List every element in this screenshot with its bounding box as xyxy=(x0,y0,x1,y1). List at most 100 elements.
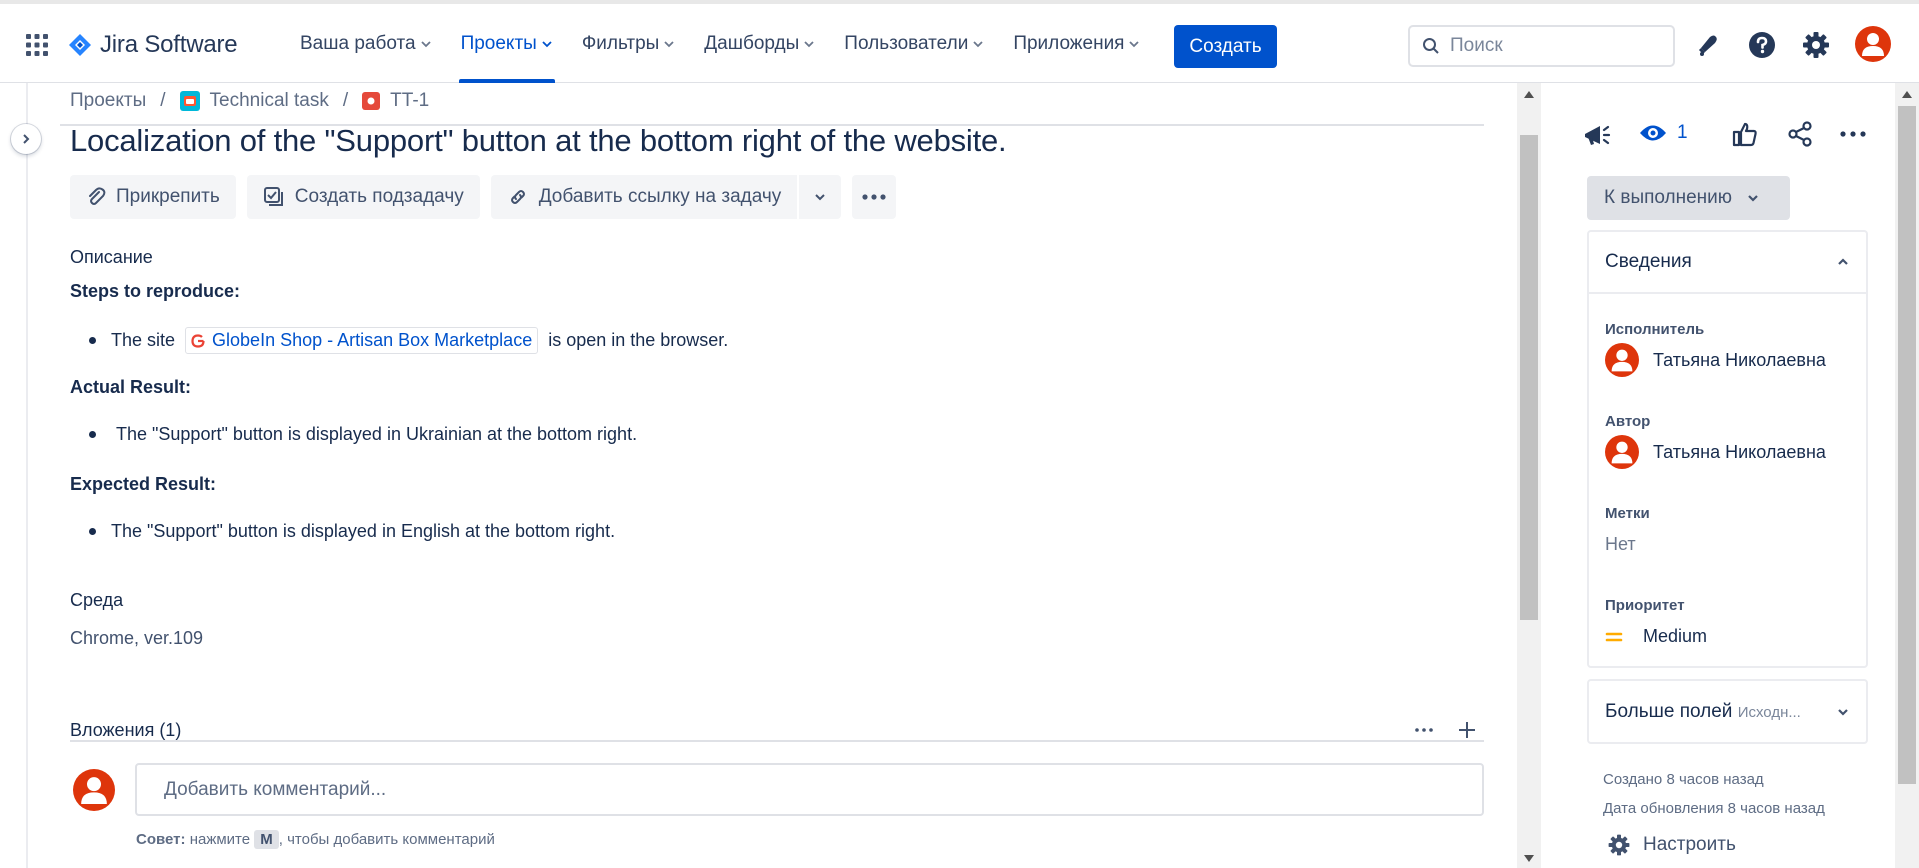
sidebar-scrollbar[interactable] xyxy=(1895,83,1919,868)
link-issue-group: Добавить ссылку на задачу xyxy=(490,175,842,219)
priority-field[interactable]: Medium xyxy=(1605,626,1707,647)
scroll-up-arrow[interactable] xyxy=(1902,91,1912,98)
nav-filters[interactable]: Фильтры xyxy=(574,4,683,83)
scrollbar-thumb[interactable] xyxy=(1520,135,1538,620)
issue-title[interactable]: Localization of the "Support" button at … xyxy=(70,123,1007,159)
actual-result-text: The "Support" button is displayed in Ukr… xyxy=(116,424,638,444)
status-dropdown[interactable]: К выполнению xyxy=(1587,176,1790,220)
details-panel: Сведения Исполнитель Татьяна Николаевна … xyxy=(1587,230,1868,668)
steps-heading: Steps to reproduce: xyxy=(70,281,241,301)
settings-gear-icon[interactable] xyxy=(1801,30,1831,60)
user-avatar[interactable] xyxy=(1855,26,1891,62)
search-input[interactable] xyxy=(1450,35,1650,57)
chevron-down-icon xyxy=(1129,40,1140,47)
chevron-down-icon xyxy=(1748,195,1758,202)
assignee-field[interactable]: Татьяна Николаевна xyxy=(1605,343,1826,377)
link-text: GlobeIn Shop - Artisan Box Marketplace xyxy=(212,330,533,350)
environment-value[interactable]: Chrome, ver.109 xyxy=(70,628,203,649)
search-icon xyxy=(1423,38,1439,54)
breadcrumb-issue-link[interactable]: TT-1 xyxy=(362,90,429,112)
breadcrumb-separator: / xyxy=(160,90,166,111)
chevron-up-icon xyxy=(1838,258,1848,265)
link-issue-dropdown[interactable] xyxy=(799,175,841,219)
labels-value[interactable]: Нет xyxy=(1605,534,1636,555)
nav-label: Фильтры xyxy=(581,32,660,54)
scroll-up-arrow[interactable] xyxy=(1524,91,1534,98)
priority-label: Приоритет xyxy=(1605,597,1685,614)
project-name: Technical task xyxy=(209,90,329,111)
nav-projects[interactable]: Проекты xyxy=(453,4,561,83)
create-button[interactable]: Создать xyxy=(1174,25,1277,68)
reporter-avatar xyxy=(1605,435,1639,469)
assignee-avatar xyxy=(1605,343,1639,377)
link-issue-label: Добавить ссылку на задачу xyxy=(538,186,782,207)
nav-people[interactable]: Пользователи xyxy=(836,4,992,83)
watchers-button[interactable]: 1 xyxy=(1639,122,1688,144)
attachments-more-icon[interactable] xyxy=(1415,728,1433,732)
search-box[interactable] xyxy=(1408,25,1675,67)
nav-your-work[interactable]: Ваша работа xyxy=(292,4,440,83)
more-fields-panel[interactable]: Больше полей Исходн... xyxy=(1587,679,1868,744)
actual-result-heading: Actual Result: xyxy=(70,377,192,397)
create-subtask-button[interactable]: Создать подзадачу xyxy=(246,175,480,219)
link-issue-button[interactable]: Добавить ссылку на задачу xyxy=(491,175,798,219)
chevron-down-icon xyxy=(804,40,814,47)
eye-icon xyxy=(1640,125,1666,141)
paperclip-icon xyxy=(89,187,106,205)
chevron-down-icon xyxy=(1838,709,1848,716)
globein-shop-link[interactable]: GlobeIn Shop - Artisan Box Marketplace xyxy=(185,327,539,354)
nav-apps[interactable]: Приложения xyxy=(1005,4,1148,83)
tip-before: нажмите xyxy=(189,831,251,848)
add-comment-input[interactable]: Добавить комментарий... xyxy=(135,763,1484,816)
more-actions-button[interactable] xyxy=(852,175,897,219)
reporter-name: Татьяна Николаевна xyxy=(1653,441,1826,462)
attachments-label: Вложения (1) xyxy=(70,720,182,740)
nav-dashboards[interactable]: Дашборды xyxy=(696,4,823,83)
chevron-down-icon xyxy=(420,40,431,47)
like-icon[interactable] xyxy=(1731,120,1759,148)
issue-actions: Прикрепить Создать подзадачу Добавить сс… xyxy=(70,175,897,219)
project-icon xyxy=(179,91,200,111)
share-icon[interactable] xyxy=(1786,120,1814,148)
more-options-icon[interactable] xyxy=(1840,131,1866,137)
scroll-down-arrow[interactable] xyxy=(1524,855,1534,862)
tip-after: , чтобы добавить комментарий xyxy=(278,831,495,848)
details-title: Сведения xyxy=(1605,251,1692,272)
breadcrumb-projects-link[interactable]: Проекты xyxy=(70,90,146,112)
feedback-megaphone-icon[interactable] xyxy=(1582,120,1612,150)
labels-label: Метки xyxy=(1605,505,1650,522)
updated-timestamp: Дата обновления 8 часов назад xyxy=(1603,800,1825,817)
more-fields-title: Больше полей xyxy=(1605,701,1733,722)
more-horizontal-icon xyxy=(862,194,886,200)
chevron-down-icon xyxy=(542,40,552,47)
more-fields-header[interactable]: Больше полей Исходн... xyxy=(1589,681,1866,743)
step-suffix: is open in the browser. xyxy=(548,330,729,350)
configure-button[interactable]: Настроить xyxy=(1607,833,1736,857)
attach-button[interactable]: Прикрепить xyxy=(70,175,236,219)
watch-count: 1 xyxy=(1677,122,1688,143)
reporter-field[interactable]: Татьяна Николаевна xyxy=(1605,435,1826,469)
breadcrumb-project-link[interactable]: Technical task xyxy=(179,90,329,112)
main-scrollbar[interactable] xyxy=(1517,83,1541,868)
details-panel-header[interactable]: Сведения xyxy=(1589,232,1866,294)
tip-bold: Совет: xyxy=(136,831,186,848)
bug-issue-type-icon xyxy=(362,92,381,110)
more-fields-hint: Исходн... xyxy=(1737,704,1801,721)
help-icon[interactable] xyxy=(1747,30,1777,60)
scrollbar-thumb[interactable] xyxy=(1898,106,1916,784)
created-timestamp: Создано 8 часов назад xyxy=(1603,771,1764,788)
jira-logo[interactable]: Jira Software xyxy=(68,31,238,59)
nav-label: Пользователи xyxy=(844,32,969,54)
notifications-icon[interactable] xyxy=(1693,30,1723,60)
chevron-down-icon xyxy=(973,40,983,47)
subtask-label: Создать подзадачу xyxy=(294,186,464,207)
step-prefix: The site xyxy=(111,330,176,350)
app-switcher-icon[interactable] xyxy=(26,34,48,56)
status-label: К выполнению xyxy=(1604,187,1733,208)
settings-gear-icon xyxy=(1608,834,1630,856)
add-attachment-icon[interactable] xyxy=(1458,721,1476,739)
attach-label: Прикрепить xyxy=(116,186,220,207)
steps-list: The site GlobeIn Shop - Artisan Box Mark… xyxy=(77,327,728,354)
expand-sidebar-button[interactable] xyxy=(11,124,41,154)
subtask-icon xyxy=(263,187,283,206)
